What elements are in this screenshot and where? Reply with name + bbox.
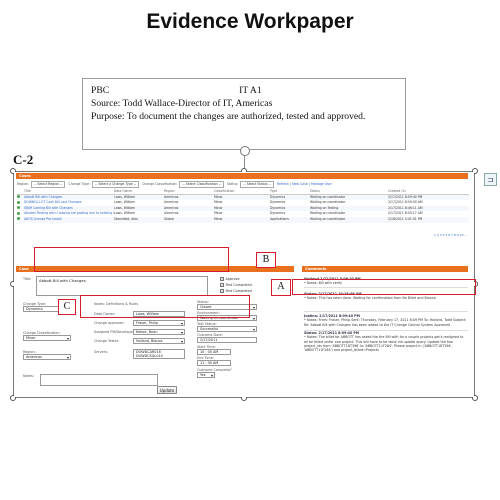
test-completed-checkbox-2[interactable]: ✓ Test Completed bbox=[220, 289, 252, 293]
section-label: C-2 bbox=[13, 152, 34, 167]
pbc-source: Source: Todd Wallace-Director of IT, Ame… bbox=[91, 98, 273, 109]
callout-a-box bbox=[292, 279, 476, 295]
start-time-field[interactable]: 10 : 00 AM bbox=[197, 349, 231, 355]
grid-pager[interactable]: 1 2 3 4 5 6 7 8 9 10 ... bbox=[434, 233, 467, 237]
region-filter[interactable]: -- Select Region -- bbox=[31, 181, 66, 188]
change-type-filter[interactable]: -- Select a Change Type -- bbox=[92, 181, 140, 188]
notes-textarea[interactable] bbox=[40, 374, 158, 386]
callout-a-tag: A bbox=[271, 279, 291, 296]
change-classification-select[interactable]: Minor bbox=[23, 335, 71, 341]
region-select[interactable]: Americas bbox=[23, 354, 71, 360]
end-time-field[interactable]: 11 : 00 AM bbox=[197, 360, 231, 366]
assigned-engineer-select[interactable]: Kehoe, Brian bbox=[133, 329, 185, 335]
new-case-link[interactable]: New Case bbox=[292, 182, 308, 186]
comment-entry: Justina: 2/17/2011 8:09:40 PM • Notes: F… bbox=[304, 314, 467, 327]
manage-user-link[interactable]: Manage User bbox=[311, 182, 332, 186]
table-row[interactable]: AROS License Pro Install Stansfield, Ale… bbox=[17, 216, 469, 223]
comments-header: Comments bbox=[302, 266, 468, 272]
test-completed-checkbox[interactable]: ✓ Test Completed bbox=[220, 283, 252, 287]
comment-entry: Status: 2/17/2011 8:09:40 PM • Notes: Th… bbox=[304, 331, 464, 353]
status-filter[interactable]: -- Select Status -- bbox=[240, 181, 274, 188]
pbc-ref: IT A1 bbox=[239, 85, 262, 96]
page-title: Evidence Workpaper bbox=[146, 10, 354, 33]
filter-row: Region: -- Select Region -- Change Type: -… bbox=[17, 181, 332, 188]
refresh-link[interactable]: Refresh bbox=[277, 182, 289, 186]
status-dot-icon bbox=[17, 200, 20, 204]
change-approver-select[interactable]: Fraser, Philip bbox=[133, 320, 185, 326]
callout-c-box bbox=[80, 295, 250, 318]
cases-grid: Title Data Owner Region Classification T… bbox=[17, 189, 469, 223]
callout-b-box bbox=[34, 247, 229, 272]
pbc-note-box: PBC IT A1 Source: Todd Wallace-Director o… bbox=[82, 78, 406, 150]
pbc-purpose: Purpose: To document the changes are aut… bbox=[91, 111, 366, 122]
callout-b-tag: B bbox=[256, 252, 276, 268]
grid-body: Abbott Bill with Changes Laws, William A… bbox=[17, 194, 469, 223]
status-dot-icon bbox=[17, 195, 20, 199]
outcome-complete-select[interactable]: Yes bbox=[197, 372, 215, 378]
servers-field[interactable]: DOWDCAR016 DOWDCSQL014 bbox=[133, 349, 185, 359]
approve-checkbox[interactable]: ✓ Approve bbox=[220, 277, 240, 281]
cases-header: Cases bbox=[16, 173, 468, 179]
change-tester-select[interactable]: Holland, Blanca bbox=[133, 338, 185, 344]
title-field[interactable]: Abbott Bill with Changes bbox=[36, 276, 208, 296]
classification-filter[interactable]: -- Select Classification -- bbox=[179, 181, 224, 188]
rotate-handle-icon[interactable] bbox=[240, 146, 250, 156]
test-status-select[interactable]: Successful bbox=[197, 326, 257, 332]
layout-options-icon[interactable]: ⊐ bbox=[484, 173, 497, 186]
pbc-label: PBC bbox=[91, 85, 110, 96]
status-dot-icon bbox=[17, 217, 20, 221]
case-form: Title: Abbott Bill with Changes ✓ Approve… bbox=[20, 273, 292, 397]
callout-c-tag: C bbox=[58, 299, 76, 315]
update-button[interactable]: Update bbox=[157, 386, 177, 394]
status-dot-icon bbox=[17, 206, 20, 210]
status-dot-icon bbox=[17, 211, 20, 215]
outcome-date-field[interactable]: 2/17/2011 bbox=[197, 337, 257, 343]
